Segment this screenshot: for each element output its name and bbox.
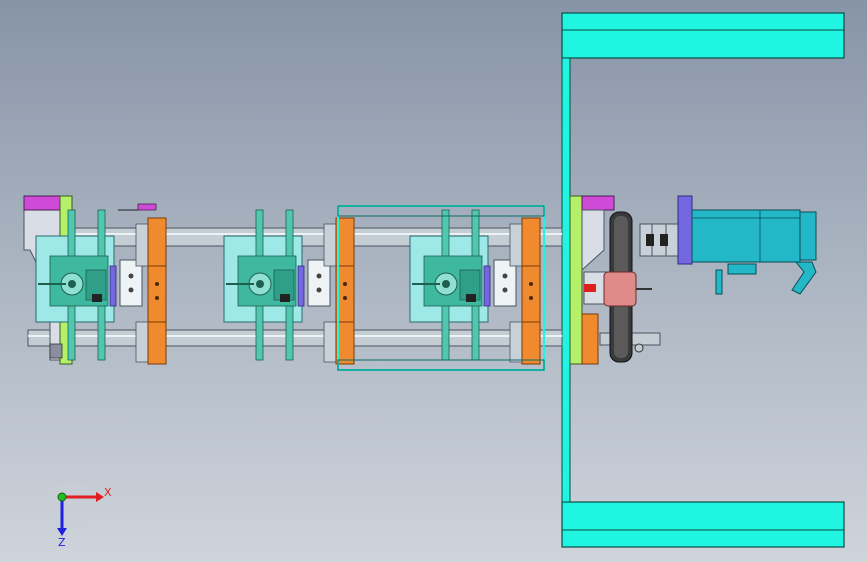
c-frame-bottom-beam [561, 501, 845, 548]
magenta-cap [23, 195, 61, 211]
c-frame-top-beam [561, 12, 845, 59]
motor-flange [677, 195, 693, 265]
lime-plate-right [569, 195, 583, 365]
y-axis-dot-icon [57, 492, 67, 502]
coordinate-triad: X Z [44, 483, 112, 549]
assembly-drawing[interactable]: X Z [0, 0, 867, 562]
shaft-coupling[interactable] [639, 223, 681, 257]
magenta-marker [118, 203, 157, 211]
lower-rail [27, 329, 563, 347]
x-axis-label: X [104, 486, 112, 499]
z-axis-label: Z [58, 536, 66, 549]
servo-motor[interactable] [677, 195, 817, 295]
c-frame-upright [561, 57, 571, 503]
magenta-cap-right [581, 195, 615, 211]
cad-viewport[interactable]: X Z [0, 0, 867, 562]
